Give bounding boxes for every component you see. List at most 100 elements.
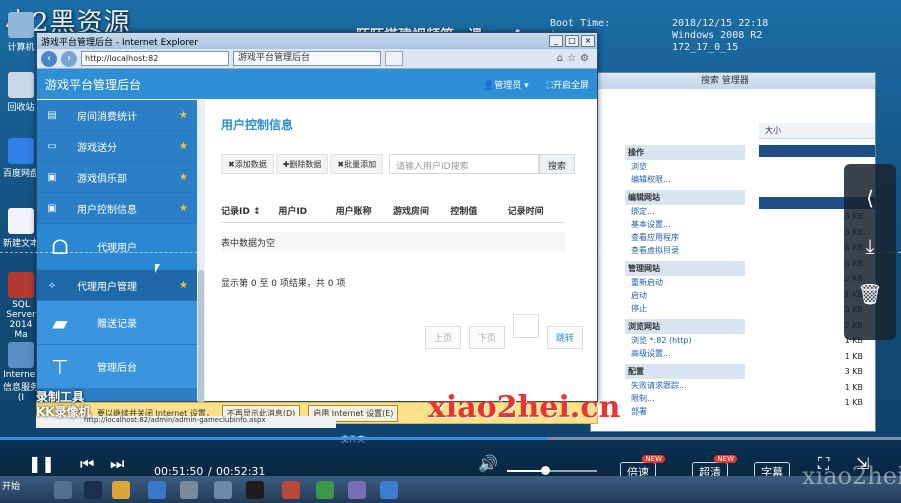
iis-actions-panel: 操作 浏览 编辑权限... 编辑网站 绑定... 基本设置... 查看应用程序 … [625, 141, 745, 418]
admin-menu[interactable]: 👤管理员 ▾ [483, 78, 529, 91]
star-icon: ★ [179, 202, 188, 214]
start-button[interactable]: 开始 [2, 479, 20, 492]
skip-forward-icon[interactable]: ⏭ [110, 454, 124, 474]
volume-knob[interactable] [540, 466, 550, 475]
share-icon[interactable]: ⟨ [844, 174, 896, 222]
volume-slider[interactable] [507, 466, 597, 475]
iis-action[interactable]: 停止 [625, 302, 745, 315]
next-page-button[interactable]: 下页 [469, 326, 506, 349]
sidebar-item-agent-users[interactable]: ᗝ 代理用户 [37, 224, 197, 270]
iis-action[interactable]: 查看虚拟目录 [625, 244, 745, 257]
volume-icon[interactable]: 🔊 [478, 454, 498, 473]
gift-icon: ▰ [52, 310, 68, 335]
sql-icon[interactable] [282, 481, 300, 499]
recorder-watermark: 录制工具 KK录像机 [36, 390, 91, 419]
desktop-icon-recycle[interactable]: 回收站 [2, 72, 40, 113]
download-icon[interactable]: ⤓ [844, 222, 896, 270]
file-size: 1 KB [844, 398, 863, 407]
scrollbar-thumb[interactable] [198, 270, 204, 410]
iis-actions-section: 编辑网站 [625, 190, 745, 205]
skip-back-icon[interactable]: ⏮ [80, 454, 94, 474]
delete-data-button[interactable]: ✚删除数据 [275, 154, 329, 174]
sidebar-item-label: 游戏送分 [77, 142, 117, 154]
column-header[interactable]: 用户ID [278, 204, 335, 217]
sidebar-item-label: 用户控制信息 [77, 204, 137, 216]
iis-action[interactable]: 高级设置... [625, 347, 745, 360]
add-data-button[interactable]: ✖添加数据 [221, 154, 274, 174]
link-icon: ⟡ [48, 279, 56, 291]
column-header[interactable]: 记录ID ↕ [221, 204, 278, 217]
column-header[interactable]: 用户账称 [336, 204, 393, 217]
iis-action[interactable]: 浏览 [625, 160, 745, 173]
iis-actions-section: 操作 [625, 145, 745, 160]
star-icon: ★ [179, 279, 188, 291]
sidebar-item-game-points[interactable]: ▭ 游戏送分 ★ [37, 131, 197, 162]
network-icon[interactable] [316, 481, 334, 499]
terminal-icon[interactable] [246, 481, 264, 499]
close-icon[interactable]: × [581, 35, 595, 47]
iis-action[interactable]: 重新启动 [625, 276, 745, 289]
tool-icon[interactable] [348, 481, 366, 499]
iis-action[interactable]: 启动 [625, 289, 745, 302]
sidebar-scrollbar[interactable] [197, 100, 205, 410]
minimize-icon[interactable]: _ [549, 35, 563, 47]
fullscreen-button[interactable]: ⛶开启全屏 [547, 78, 589, 91]
iis-actions-section: 管理网站 [625, 261, 745, 276]
ie-icon[interactable] [380, 481, 398, 499]
powershell-icon[interactable] [84, 481, 102, 499]
iis-action[interactable]: 查看应用程序 [625, 231, 745, 244]
sidebar-cat-admin[interactable]: ⊤ 管理后台 [37, 345, 197, 389]
search-group: 请输入用户ID搜索 搜索 [388, 154, 575, 174]
iis-action[interactable]: 失败请求跟踪... [625, 379, 745, 392]
desktop-icon-sql[interactable]: SQL Server 2014 Ma [2, 272, 40, 340]
forward-icon[interactable]: › [61, 50, 77, 67]
url-field[interactable]: http://localhost:82 [81, 51, 229, 66]
column-header[interactable]: 控制值 [450, 204, 507, 217]
jump-button[interactable]: 跳转 [547, 326, 584, 349]
recycle-bin-icon [8, 72, 34, 98]
red-watermark: xiao2hei.cn [428, 390, 621, 425]
column-header[interactable]: 游戏房间 [393, 204, 450, 217]
gray-watermark: xiao2hei.cn [802, 462, 901, 490]
computer-icon [8, 12, 34, 38]
desktop-icon-iis[interactable]: Internet 信息服务(I [2, 342, 40, 403]
batch-add-button[interactable]: ✖批量添加 [330, 154, 384, 174]
desktop-icon-baidu[interactable]: 百度网盘 [2, 138, 40, 179]
iis-action[interactable]: 基本设置... [625, 218, 745, 231]
explorer-icon[interactable] [112, 481, 130, 499]
sidebar-item-label: 游戏俱乐部 [77, 173, 127, 185]
column-header[interactable]: 记录时间 [508, 204, 565, 217]
delete-icon[interactable]: 🗑 [844, 270, 896, 318]
iis-action[interactable]: 限制... [625, 392, 745, 405]
star-icon: ★ [179, 140, 188, 152]
pause-icon[interactable]: ❚❚ [28, 454, 55, 473]
prev-page-button[interactable]: 上页 [425, 326, 462, 349]
sidebar-item-agent-management[interactable]: ⟡ 代理用户管理 ★ [37, 270, 197, 301]
desktop-icon-text[interactable]: 新建文本 [2, 208, 40, 249]
search-input[interactable]: 请输入用户ID搜索 [388, 154, 539, 174]
iis-action[interactable]: 浏览 *:82 (http) [625, 334, 745, 347]
side-action-panel: ⟨ ⤓ 🗑 [844, 164, 896, 340]
page-number-input[interactable] [513, 314, 540, 338]
cloud-icon [8, 138, 34, 164]
sidebar-cat-gift-records[interactable]: ▰ 赠送记录 [37, 301, 197, 345]
desktop-icon-computer[interactable]: 计算机 [2, 12, 40, 53]
sidebar-item-room-stats[interactable]: ▤ 房间消费统计 ★ [37, 100, 197, 131]
iis-action[interactable]: 绑定... [625, 205, 745, 218]
app-icon[interactable] [214, 481, 232, 499]
sidebar-item-game-club[interactable]: ▣ 游戏俱乐部 ★ [37, 162, 197, 193]
file-size: 1 KB [844, 382, 863, 392]
back-icon[interactable]: ‹ [41, 50, 57, 67]
search-button[interactable]: 搜索 [538, 154, 575, 174]
maximize-icon[interactable]: □ [565, 35, 579, 47]
toolbar-icons[interactable]: ⌂☆⚙ [557, 53, 593, 64]
iis-action[interactable]: 编辑权限... [625, 173, 745, 186]
file-size: 3 KB [844, 367, 863, 376]
server-manager-icon[interactable] [54, 481, 72, 499]
window-icon[interactable] [180, 481, 198, 499]
iis-action[interactable]: 部署 [625, 405, 745, 418]
browser-tab[interactable]: 游戏平台管理后台 [233, 51, 381, 66]
new-tab-button[interactable] [385, 51, 403, 66]
sidebar-item-user-control[interactable]: ▣ 用户控制信息 ★ [37, 193, 197, 224]
cloud-icon[interactable] [148, 481, 166, 499]
